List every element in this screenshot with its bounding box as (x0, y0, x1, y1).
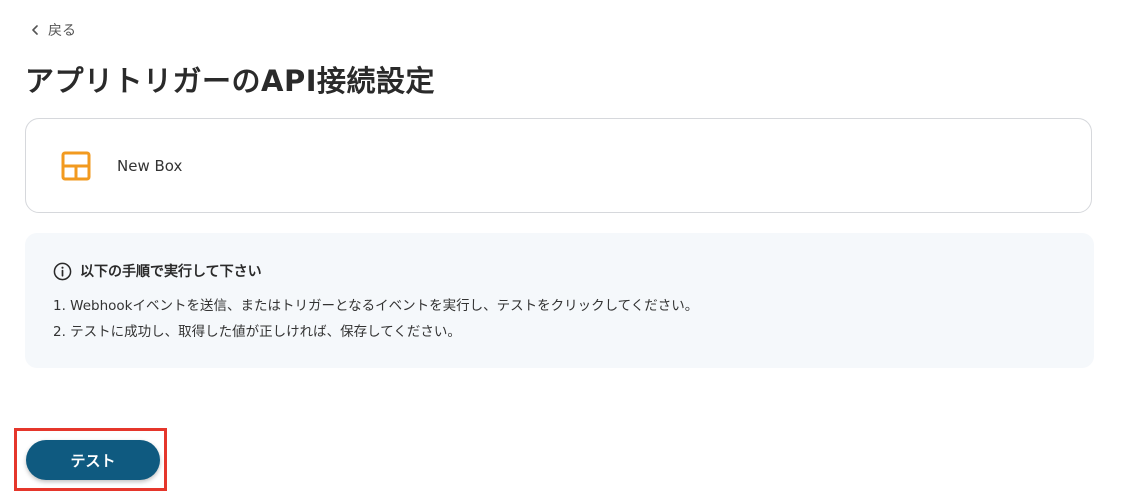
instructions-heading: 以下の手順で実行して下さい (53, 261, 1094, 281)
chevron-left-icon (32, 25, 38, 35)
instruction-step: 2. テストに成功し、取得した値が正しければ、保存してください。 (53, 324, 461, 340)
page-title: アプリトリガーのAPI接続設定 (25, 64, 435, 98)
back-link[interactable]: 戻る (30, 20, 76, 40)
box-layout-icon (61, 151, 91, 180)
app-name: New Box (117, 156, 183, 175)
instruction-step: 1. Webhookイベントを送信、またはトリガーとなるイベントを実行し、テスト… (53, 298, 699, 314)
app-card: New Box (25, 118, 1092, 213)
instructions-heading-text: 以下の手順で実行して下さい (80, 264, 262, 280)
info-icon (53, 262, 72, 280)
back-label: 戻る (48, 23, 76, 39)
instructions-box: 以下の手順で実行して下さい 1. Webhookイベントを送信、またはトリガーと… (25, 233, 1094, 368)
test-button[interactable]: テスト (26, 440, 160, 480)
